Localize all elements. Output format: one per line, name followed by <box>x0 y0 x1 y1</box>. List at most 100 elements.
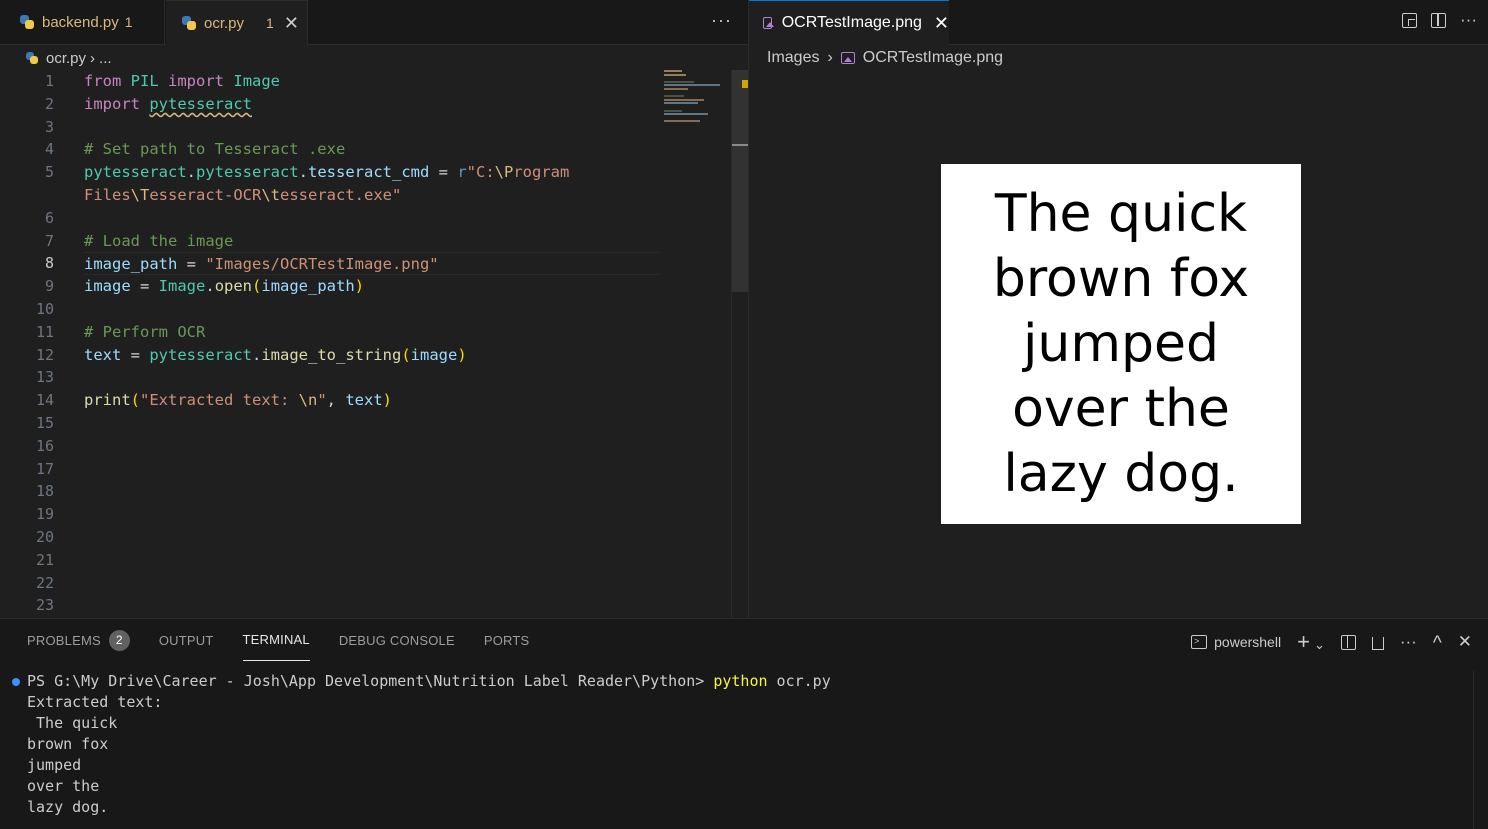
maximize-panel-icon[interactable]: ^ <box>1433 633 1442 655</box>
token-op: = <box>177 255 206 274</box>
code-line-current[interactable]: image_path = "Images/OCRTestImage.png" <box>84 252 659 276</box>
code-line[interactable]: image = Image.open(image_path) <box>84 275 659 298</box>
token-op: . <box>251 345 262 364</box>
terminal-scrollbar[interactable] <box>1473 671 1488 829</box>
breadcrumb-symbols[interactable]: ... <box>99 50 112 67</box>
code-line[interactable] <box>84 116 659 139</box>
token-function: open <box>214 277 253 296</box>
breadcrumb-file[interactable]: ocr.py <box>46 50 86 67</box>
code-line[interactable] <box>84 207 659 230</box>
terminal-selector[interactable]: > powershell <box>1191 634 1281 650</box>
token-op: . <box>298 163 308 182</box>
token-keyword: from <box>84 72 122 90</box>
token-module-warning: pytesseract <box>149 94 252 113</box>
image-text-line: over the <box>1012 378 1230 439</box>
line-number: 9 <box>44 277 54 296</box>
tab-output[interactable]: OUTPUT <box>159 619 214 661</box>
terminal-command: python <box>713 672 768 690</box>
code-line[interactable]: text = pytesseract.image_to_string(image… <box>84 344 659 367</box>
line-number: 6 <box>44 208 54 227</box>
token-op: . <box>186 163 196 182</box>
minimap-line <box>664 70 682 72</box>
minimap-line <box>664 102 698 105</box>
token-op: , <box>326 391 346 410</box>
tab-ports[interactable]: PORTS <box>484 619 530 661</box>
breadcrumb: Images › OCRTestImage.png <box>767 46 1003 70</box>
token-function: print <box>84 391 131 410</box>
plus-icon: + <box>1297 629 1310 654</box>
token-bracket: ) <box>354 277 365 296</box>
terminal-line: over the <box>27 777 100 795</box>
token-variable: image_path <box>84 255 178 274</box>
breadcrumb-folder[interactable]: Images <box>767 49 819 67</box>
tab-ocrtestimage-png[interactable]: OCRTestImage.png ✕ <box>749 0 949 45</box>
token-string: rogram <box>513 163 570 182</box>
tab-label: backend.py <box>42 13 119 31</box>
code-line[interactable]: from PIL import Image <box>84 70 659 93</box>
left-tab-bar: backend.py 1 ocr.py 1 ✕ ··· <box>0 0 748 45</box>
code-line[interactable] <box>84 366 659 389</box>
code-line[interactable]: pytesseract.pytesseract.tesseract_cmd = … <box>84 161 659 184</box>
chevron-down-icon[interactable]: ⌄ <box>1314 637 1325 652</box>
line-number-gutter: 1 2 3 4 5 6 7 8 9 10 11 12 13 14 15 16 1… <box>0 70 60 617</box>
code-line[interactable] <box>84 298 659 321</box>
tab-backend-py[interactable]: backend.py 1 <box>10 0 165 44</box>
editor-actions: ··· <box>1402 10 1477 30</box>
line-number: 23 <box>35 596 54 615</box>
image-text-line: The quick <box>994 183 1248 244</box>
token-string: Files <box>84 185 131 204</box>
minimap-line <box>664 80 694 83</box>
tab-label: ocr.py <box>204 14 245 32</box>
split-terminal-icon[interactable] <box>1340 634 1356 650</box>
minimap-line <box>664 84 720 87</box>
command-status-icon <box>12 678 20 686</box>
problem-count-badge: 1 <box>266 15 274 31</box>
code-comment[interactable]: # Load the image <box>84 230 659 253</box>
more-actions-icon[interactable]: ··· <box>711 10 732 31</box>
more-actions-icon[interactable]: ··· <box>1460 10 1477 30</box>
close-tab-icon[interactable]: ✕ <box>284 13 299 34</box>
token-variable: image <box>84 277 131 296</box>
code-comment[interactable]: # Perform OCR <box>84 321 659 344</box>
trash-icon[interactable] <box>1371 637 1384 650</box>
token-class: Image <box>233 72 281 90</box>
close-panel-icon[interactable]: ✕ <box>1458 632 1472 652</box>
line-number: 15 <box>35 413 54 432</box>
token-module: pytesseract <box>84 163 187 182</box>
scrollbar-thumb[interactable] <box>732 70 748 292</box>
token-bracket: ) <box>457 345 467 364</box>
token-bracket: ) <box>382 391 393 410</box>
code-line[interactable]: print("Extracted text: \n", text) <box>84 389 659 412</box>
code-editor[interactable]: from PIL import Image import pytesseract… <box>84 70 659 412</box>
tab-problems[interactable]: PROBLEMS 2 <box>27 619 130 661</box>
terminal-output[interactable]: PS G:\My Drive\Career - Josh\App Develop… <box>27 671 831 818</box>
tab-debug-console[interactable]: DEBUG CONSOLE <box>339 619 455 661</box>
new-terminal-icon[interactable]: + ⌄ <box>1297 629 1325 655</box>
minimap-line <box>664 120 700 123</box>
terminal-line: lazy dog. <box>27 798 109 816</box>
line-number: 10 <box>35 299 54 318</box>
line-number: 14 <box>35 391 54 410</box>
code-line-wrapped[interactable]: Files\Tesseract-OCR\tesseract.exe" <box>84 184 659 207</box>
close-tab-icon[interactable]: ✕ <box>934 13 949 34</box>
breadcrumb-separator-icon: › <box>827 49 833 66</box>
line-number: 20 <box>35 527 54 546</box>
line-number: 1 <box>44 72 54 90</box>
breadcrumb-file[interactable]: OCRTestImage.png <box>863 49 1003 67</box>
code-line[interactable]: import pytesseract <box>84 93 659 116</box>
python-file-icon <box>26 52 38 64</box>
tab-label: OCRTestImage.png <box>781 14 922 31</box>
tab-terminal[interactable]: TERMINAL <box>242 619 310 661</box>
tab-ocr-py[interactable]: ocr.py 1 ✕ <box>166 0 308 45</box>
open-preview-icon[interactable] <box>1402 13 1418 28</box>
python-file-icon <box>20 15 34 29</box>
line-number: 19 <box>35 505 54 524</box>
code-comment[interactable]: # Set path to Tesseract .exe <box>84 138 659 161</box>
more-actions-icon[interactable]: ··· <box>1400 632 1417 652</box>
token-variable: tesseract_cmd <box>308 163 430 182</box>
line-number: 11 <box>35 322 54 341</box>
token-keyword: import <box>84 94 140 113</box>
editor-scrollbar[interactable] <box>731 70 748 618</box>
split-editor-icon[interactable] <box>1431 13 1447 28</box>
minimap[interactable] <box>664 70 730 150</box>
